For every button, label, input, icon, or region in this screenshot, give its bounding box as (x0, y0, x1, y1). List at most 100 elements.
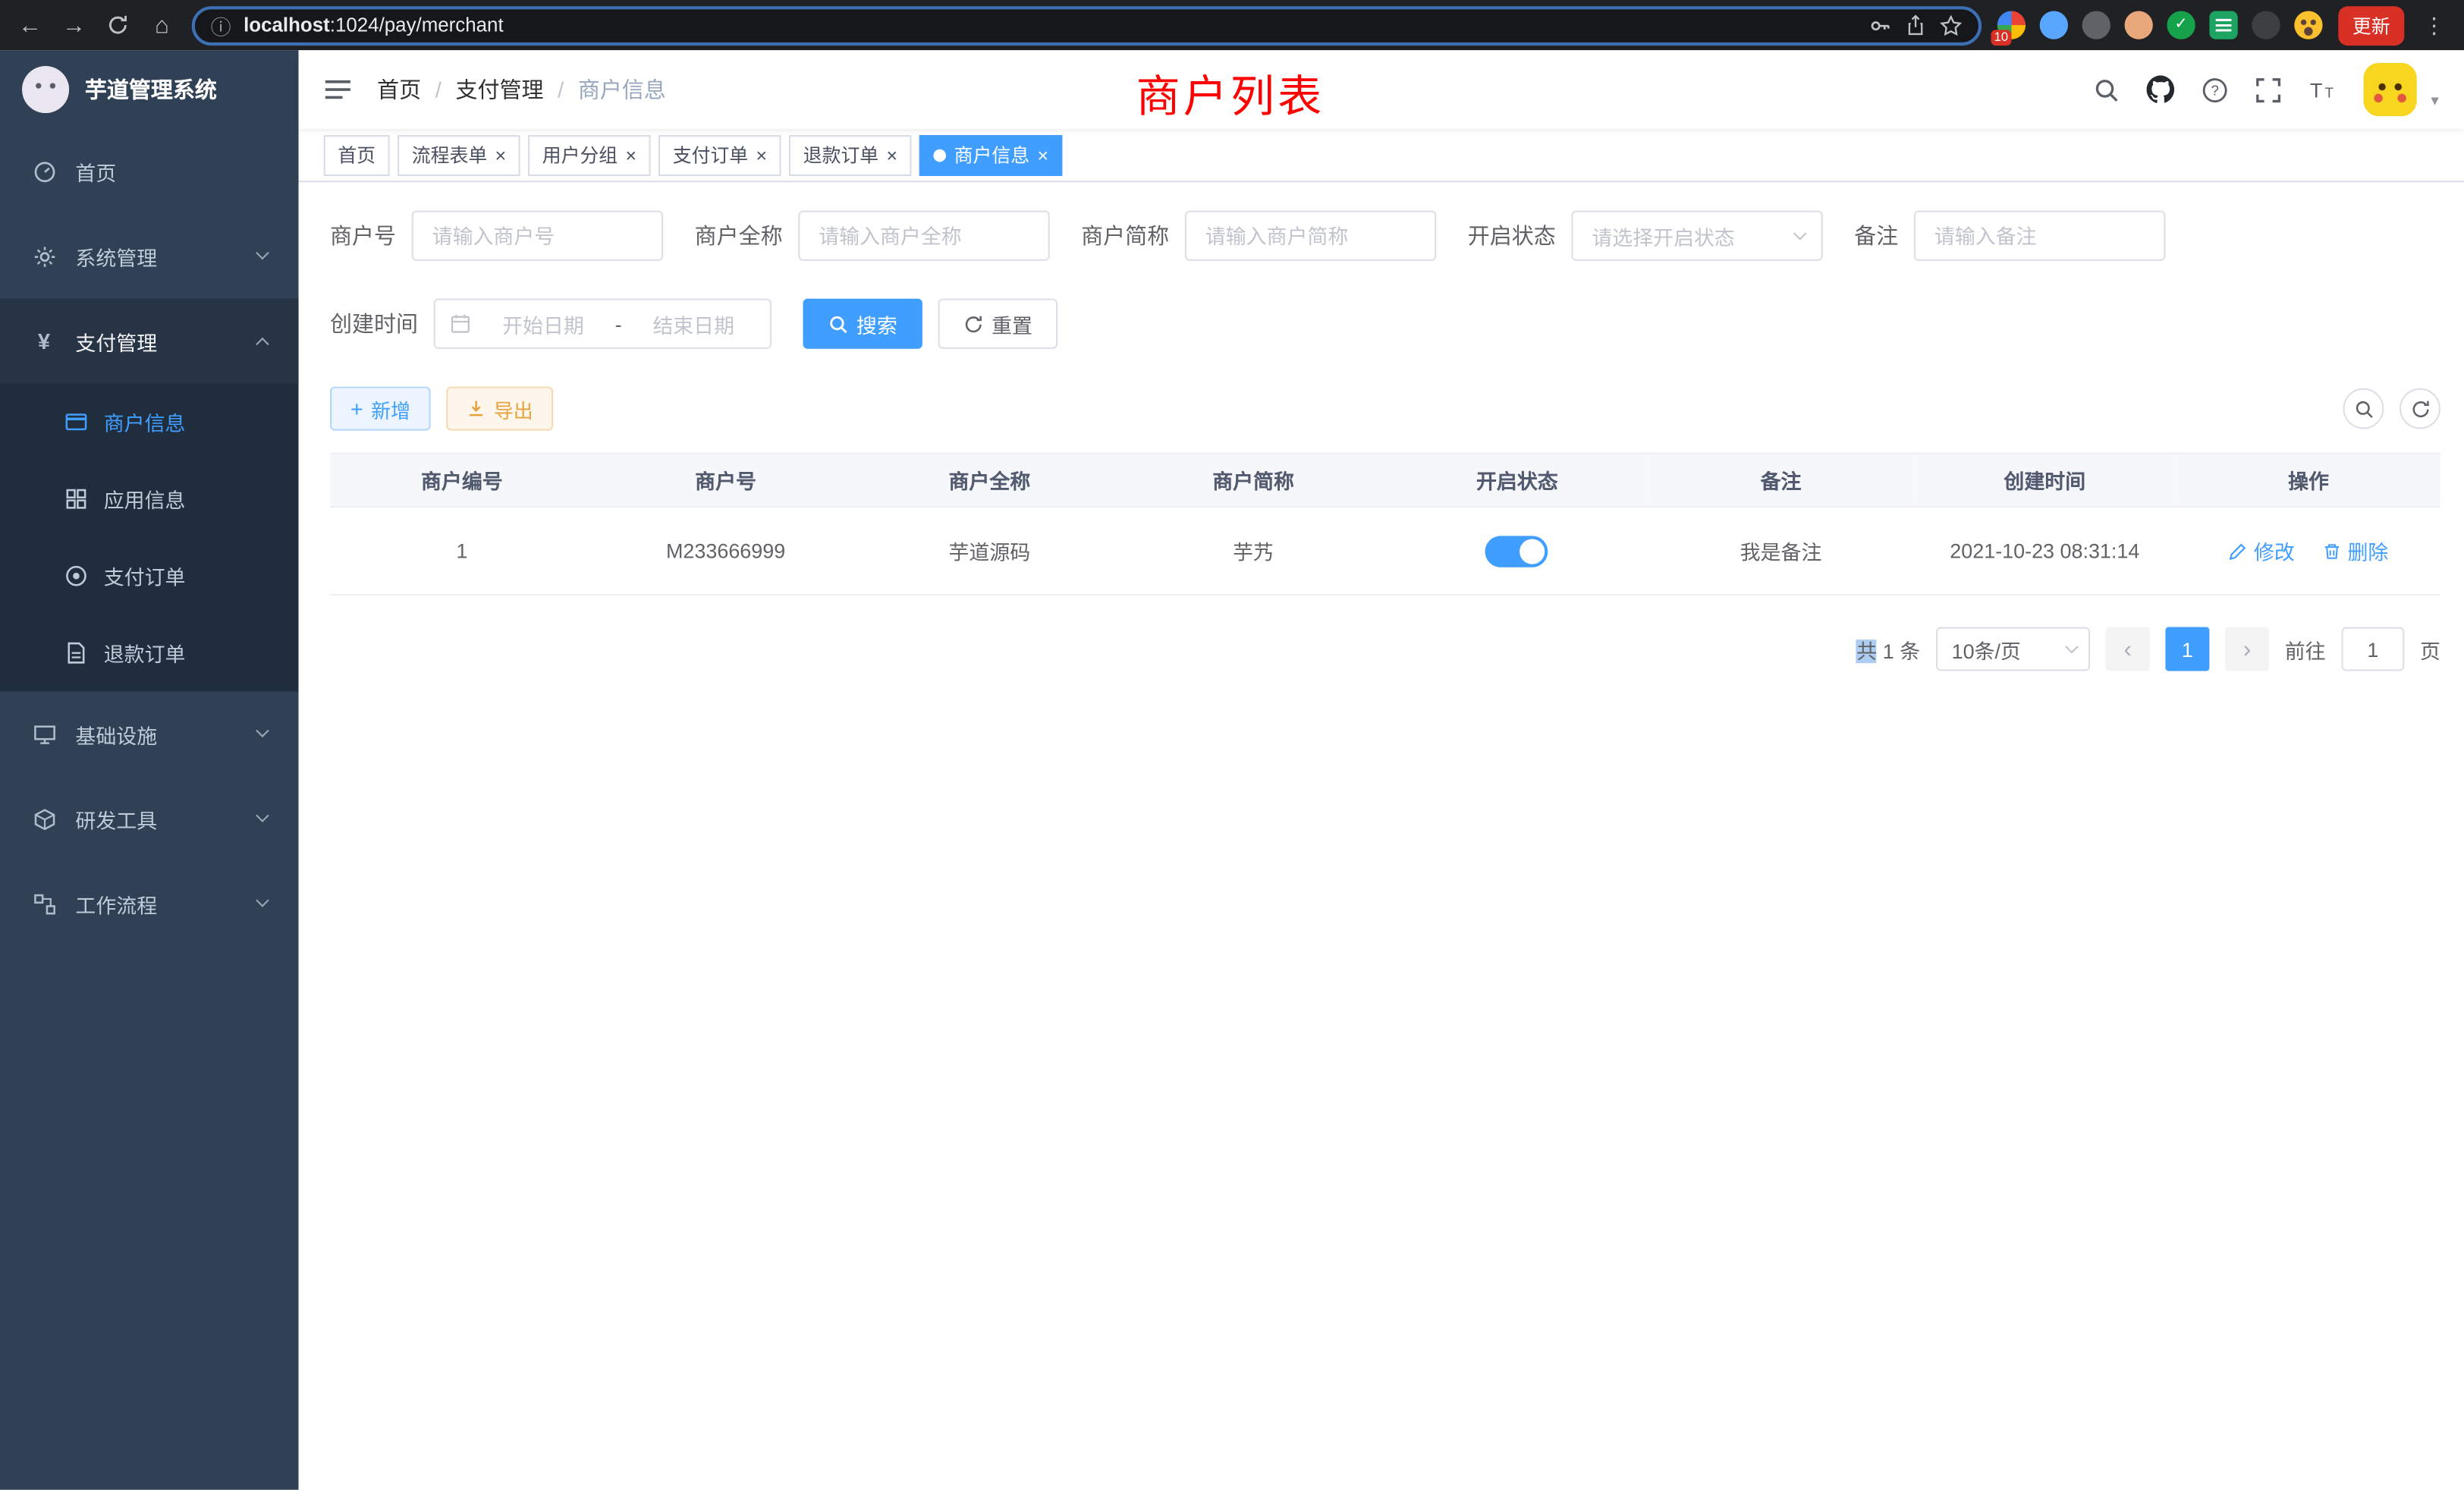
status-select[interactable]: 请选择开启状态 (1571, 211, 1822, 261)
home-icon[interactable]: ⌂ (148, 14, 176, 37)
breadcrumb-payment[interactable]: 支付管理 (455, 74, 543, 105)
column-header: 备注 (1649, 454, 1913, 507)
grid-icon (63, 487, 88, 511)
extension-doc-icon[interactable] (2209, 11, 2237, 39)
page-size-select[interactable]: 10条/页 (1936, 627, 2090, 671)
column-header: 商户全称 (857, 454, 1121, 507)
browser-update-button[interactable]: 更新 (2338, 5, 2404, 45)
caret-down-icon[interactable]: ▾ (2431, 93, 2438, 110)
tab-refund-order[interactable]: 退款订单 × (789, 134, 912, 175)
font-size-icon[interactable]: TT (2308, 77, 2337, 102)
fullscreen-icon[interactable] (2255, 76, 2281, 102)
github-icon[interactable] (2147, 75, 2175, 103)
delete-link[interactable]: 删除 (2322, 536, 2388, 565)
close-icon[interactable]: × (626, 146, 637, 165)
tab-process-form[interactable]: 流程表单 × (398, 134, 520, 175)
tab-home[interactable]: 首页 (324, 134, 390, 175)
close-icon[interactable]: × (756, 146, 768, 165)
tab-pay-order[interactable]: 支付订单 × (658, 134, 781, 175)
column-header: 操作 (2176, 454, 2440, 507)
sidebar-item-label: 退款订单 (104, 638, 186, 668)
share-icon[interactable] (1905, 14, 1927, 36)
chevron-up-icon (256, 338, 269, 351)
export-button-label: 导出 (494, 394, 533, 423)
extension-colors-icon[interactable]: 10 (1997, 11, 2026, 39)
export-button[interactable]: 导出 (447, 387, 554, 431)
user-avatar[interactable] (2363, 63, 2416, 116)
column-header: 开启状态 (1385, 454, 1649, 507)
sidebar-item-system[interactable]: 系统管理 (0, 214, 299, 299)
delete-link-label: 删除 (2347, 536, 2388, 565)
refresh-table-button[interactable] (2400, 388, 2440, 429)
toggle-search-button[interactable] (2343, 388, 2384, 429)
filter-remark: 备注 (1854, 211, 2165, 261)
flow-icon (31, 892, 56, 916)
close-icon[interactable]: × (495, 146, 507, 165)
sidebar-item-payment[interactable]: ¥ 支付管理 (0, 299, 299, 384)
tab-user-group[interactable]: 用户分组 × (528, 134, 651, 175)
search-icon[interactable] (2093, 76, 2120, 102)
sidebar-item-refund-order[interactable]: 退款订单 (0, 615, 299, 692)
sidebar-item-infrastructure[interactable]: 基础设施 (0, 691, 299, 776)
full-name-input[interactable] (798, 211, 1049, 261)
browser-menu-icon[interactable]: ⋮ (2420, 14, 2448, 36)
next-page-button[interactable]: › (2225, 627, 2269, 671)
site-info-icon[interactable]: ⓘ (211, 10, 231, 39)
breadcrumb-current: 商户信息 (578, 74, 666, 105)
address-bar[interactable]: ⓘ localhost:1024/pay/merchant (192, 5, 1982, 45)
status-toggle-on[interactable] (1485, 535, 1548, 566)
edit-link[interactable]: 修改 (2229, 536, 2295, 565)
extension-smiley-icon[interactable] (2294, 11, 2322, 39)
cell-status (1385, 507, 1649, 595)
close-icon[interactable]: × (887, 146, 898, 165)
sidebar-item-label: 支付订单 (104, 561, 186, 591)
total-count: 1 (1883, 639, 1894, 662)
add-button[interactable]: + 新增 (330, 387, 431, 431)
cell-short-name: 芋艿 (1121, 507, 1385, 595)
prev-page-button[interactable]: ‹ (2106, 627, 2150, 671)
breadcrumb-home[interactable]: 首页 (377, 74, 421, 105)
hamburger-icon[interactable] (324, 77, 352, 102)
extension-pin-icon[interactable] (2252, 11, 2280, 39)
short-name-input[interactable] (1185, 211, 1436, 261)
back-icon[interactable]: ← (16, 14, 44, 37)
chevron-down-icon (256, 894, 269, 907)
cell-remark: 我是备注 (1649, 507, 1913, 595)
key-icon[interactable] (1868, 14, 1892, 37)
help-icon[interactable]: ? (2202, 76, 2228, 102)
card-icon (63, 410, 88, 434)
monitor-icon (31, 722, 56, 746)
filter-create-time: 创建时间 开始日期 - 结束日期 (330, 299, 772, 349)
reset-button[interactable]: 重置 (938, 299, 1058, 349)
goto-page-input[interactable] (2341, 627, 2404, 671)
date-range-picker[interactable]: 开始日期 - 结束日期 (434, 299, 772, 349)
main-panel: 首页 / 支付管理 / 商户信息 商户列表 ? (299, 50, 2464, 1489)
app-logo[interactable]: 芋道管理系统 (0, 50, 299, 129)
sidebar-item-pay-order[interactable]: 支付订单 (0, 537, 299, 614)
sidebar-item-merchant-info[interactable]: 商户信息 (0, 383, 299, 461)
sidebar-item-dev-tools[interactable]: 研发工具 (0, 776, 299, 861)
search-button[interactable]: 搜索 (803, 299, 922, 349)
forward-icon[interactable]: → (60, 14, 88, 37)
extension-dark-icon[interactable] (2082, 11, 2110, 39)
merchant-no-input[interactable] (412, 211, 663, 261)
tab-label: 商户信息 (954, 141, 1029, 168)
close-icon[interactable]: × (1037, 146, 1048, 165)
page-number-button[interactable]: 1 (2165, 627, 2209, 671)
logo-avatar (22, 66, 69, 113)
sidebar-item-home[interactable]: 首页 (0, 129, 299, 214)
extension-green-check-icon[interactable]: ✓ (2167, 11, 2195, 39)
document-icon (63, 641, 88, 665)
remark-input[interactable] (1914, 211, 2165, 261)
bookmark-star-icon[interactable] (1939, 14, 1963, 37)
extension-avatar-icon[interactable] (2125, 11, 2153, 39)
cell-merchant-no: M233666999 (594, 507, 858, 595)
tab-merchant-info[interactable]: 商户信息 × (919, 134, 1063, 175)
sidebar-item-workflow[interactable]: 工作流程 (0, 861, 299, 946)
sidebar-item-app-info[interactable]: 应用信息 (0, 461, 299, 538)
reload-icon[interactable] (104, 14, 132, 36)
field-label: 备注 (1854, 220, 1898, 251)
add-button-label: 新增 (371, 394, 410, 423)
filter-status: 开启状态 请选择开启状态 (1468, 211, 1823, 261)
extension-blue-icon[interactable] (2040, 11, 2068, 39)
